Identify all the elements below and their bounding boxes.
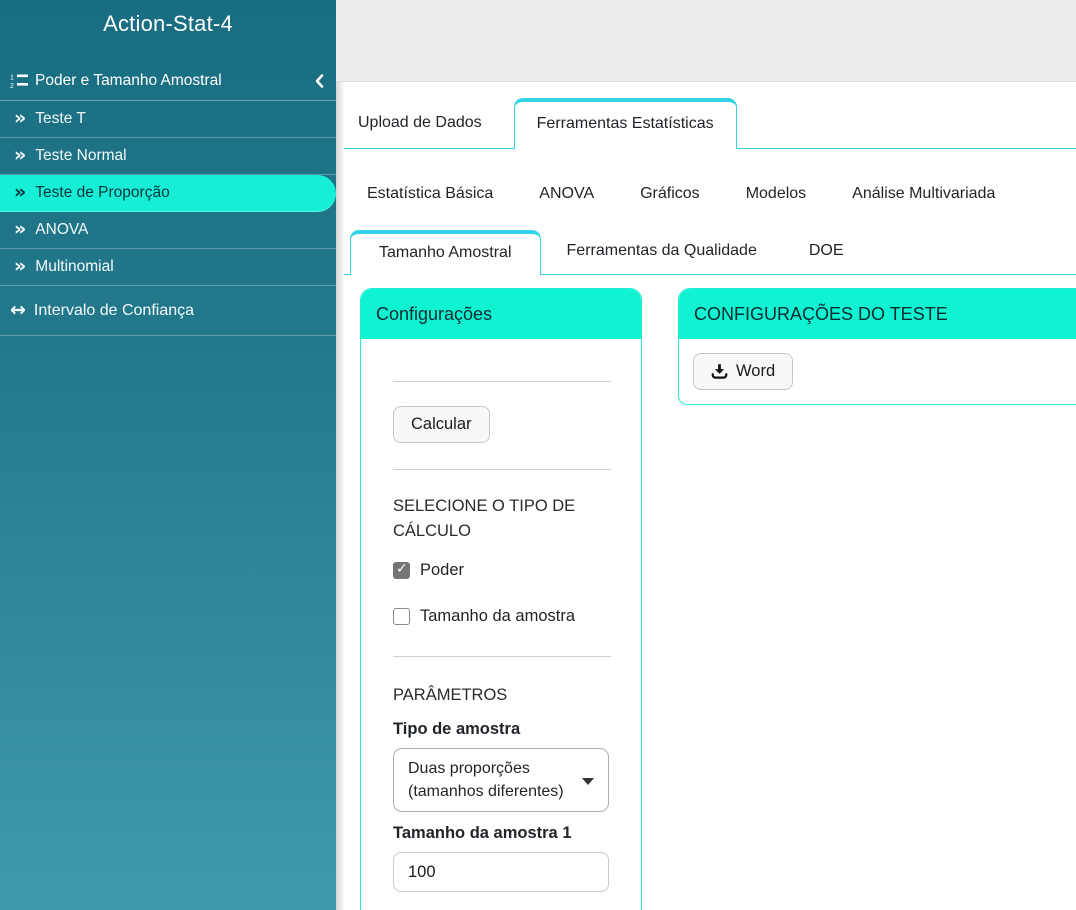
double-chevron-right-icon: » [14, 143, 27, 166]
tab-ferramentas-estatisticas[interactable]: Ferramentas Estatísticas [513, 98, 737, 149]
chevron-left-icon[interactable] [314, 73, 324, 89]
divider [393, 656, 611, 657]
word-export-button[interactable]: Word [693, 353, 794, 390]
config-panel-body: Calcular SELECIONE O TIPO DE CÁLCULO Pod… [361, 339, 641, 910]
svg-text:1: 1 [10, 74, 14, 81]
checkbox-label: Tamanho da amostra [420, 607, 576, 625]
sidebar-section-poder-e-tamanho-amostral[interactable]: 1 2 Poder e Tamanho Amostral [0, 61, 336, 101]
app-title: Action-Stat-4 [103, 11, 233, 36]
tab-tamanho-amostral[interactable]: Tamanho Amostral [350, 230, 541, 275]
sidebar-item-teste-t[interactable]: » Teste T [0, 101, 336, 138]
tab-ferramentas-da-qualidade[interactable]: Ferramentas da Qualidade [541, 230, 783, 274]
tab-graficos[interactable]: Gráficos [617, 177, 723, 211]
sidebar-section-label: Poder e Tamanho Amostral [35, 71, 222, 89]
sidebar-item-label: Intervalo de Confiança [33, 301, 195, 319]
test-config-panel-header: CONFIGURAÇÕES DO TESTE [679, 289, 1076, 339]
sidebar-item-intervalo-de-confianca[interactable]: ↔ Intervalo de Confiança [0, 286, 336, 336]
download-icon [711, 364, 728, 379]
checkbox-poder[interactable]: Poder [393, 561, 611, 580]
ordered-list-icon: 1 2 [10, 74, 28, 89]
caret-down-icon [582, 778, 594, 785]
test-config-panel-title: CONFIGURAÇÕES DO TESTE [694, 303, 948, 324]
sample-type-label: Tipo de amostra [393, 720, 521, 738]
tertiary-tabs: Tamanho Amostral Ferramentas da Qualidad… [344, 230, 1076, 275]
config-panel: Configurações Calcular SELECIONE O TIPO … [360, 288, 642, 910]
sidebar-item-label: Teste de Proporção [35, 184, 170, 201]
test-config-panel: CONFIGURAÇÕES DO TESTE Word [678, 288, 1076, 405]
sidebar-item-label: ANOVA [35, 221, 89, 238]
tab-estatistica-basica[interactable]: Estatística Básica [344, 177, 516, 211]
left-right-arrow-icon: ↔ [10, 299, 26, 321]
primary-tabs: Upload de Dados Ferramentas Estatísticas [344, 98, 1076, 149]
sidebar-item-label: Teste Normal [35, 147, 127, 164]
config-panel-title: Configurações [376, 303, 493, 324]
sidebar-item-teste-de-proporcao[interactable]: » Teste de Proporção [0, 175, 336, 212]
top-bar [336, 0, 1076, 82]
double-chevron-right-icon: » [14, 106, 27, 129]
config-panel-header: Configurações [361, 289, 641, 339]
tab-upload-de-dados[interactable]: Upload de Dados [344, 99, 496, 148]
sample-type-selected-value: Duas proporções (tamanhos diferentes) [408, 760, 564, 800]
test-config-panel-body: Word [679, 339, 1076, 404]
checkbox-icon[interactable] [393, 608, 410, 625]
double-chevron-right-icon: » [14, 217, 27, 240]
calc-type-label: SELECIONE O TIPO DE CÁLCULO [393, 497, 576, 540]
secondary-tabs: Estatística Básica ANOVA Gráficos Modelo… [344, 171, 1076, 211]
divider [393, 381, 611, 382]
sidebar-item-anova[interactable]: » ANOVA [0, 212, 336, 249]
checkbox-tamanho-da-amostra[interactable]: Tamanho da amostra [393, 607, 611, 626]
svg-text:2: 2 [10, 83, 14, 89]
sidebar-item-teste-normal[interactable]: » Teste Normal [0, 138, 336, 175]
double-chevron-right-icon: » [14, 254, 27, 277]
checkbox-icon[interactable] [393, 561, 410, 579]
sidebar: Action-Stat-4 1 2 Poder e Tamanho Amostr… [0, 0, 336, 910]
sample-size-1-input[interactable] [393, 852, 609, 892]
tab-doe[interactable]: DOE [783, 230, 870, 274]
word-button-label: Word [736, 362, 776, 380]
sidebar-item-label: Multinomial [35, 258, 114, 275]
sample-type-select[interactable]: Duas proporções (tamanhos diferentes) [393, 748, 609, 812]
checkbox-label: Poder [420, 561, 465, 579]
sidebar-menu: » Teste T » Teste Normal » Teste de Prop… [0, 101, 336, 286]
divider [393, 469, 611, 470]
tab-anova[interactable]: ANOVA [516, 177, 617, 211]
sample-size-1-label: Tamanho da amostra 1 [393, 824, 572, 842]
calculate-button[interactable]: Calcular [393, 406, 490, 443]
content-area: Upload de Dados Ferramentas Estatísticas… [344, 98, 1076, 910]
tab-modelos[interactable]: Modelos [723, 177, 829, 211]
double-chevron-right-icon: » [14, 180, 27, 203]
sidebar-item-label: Teste T [35, 110, 86, 127]
tab-analise-multivariada[interactable]: Análise Multivariada [829, 177, 1018, 211]
sidebar-item-multinomial[interactable]: » Multinomial [0, 249, 336, 286]
parameters-label: PARÂMETROS [393, 686, 508, 704]
panels-area: Configurações Calcular SELECIONE O TIPO … [344, 288, 1076, 910]
main-area: Upload de Dados Ferramentas Estatísticas… [336, 0, 1076, 910]
app-window: Action-Stat-4 1 2 Poder e Tamanho Amostr… [0, 0, 1076, 910]
